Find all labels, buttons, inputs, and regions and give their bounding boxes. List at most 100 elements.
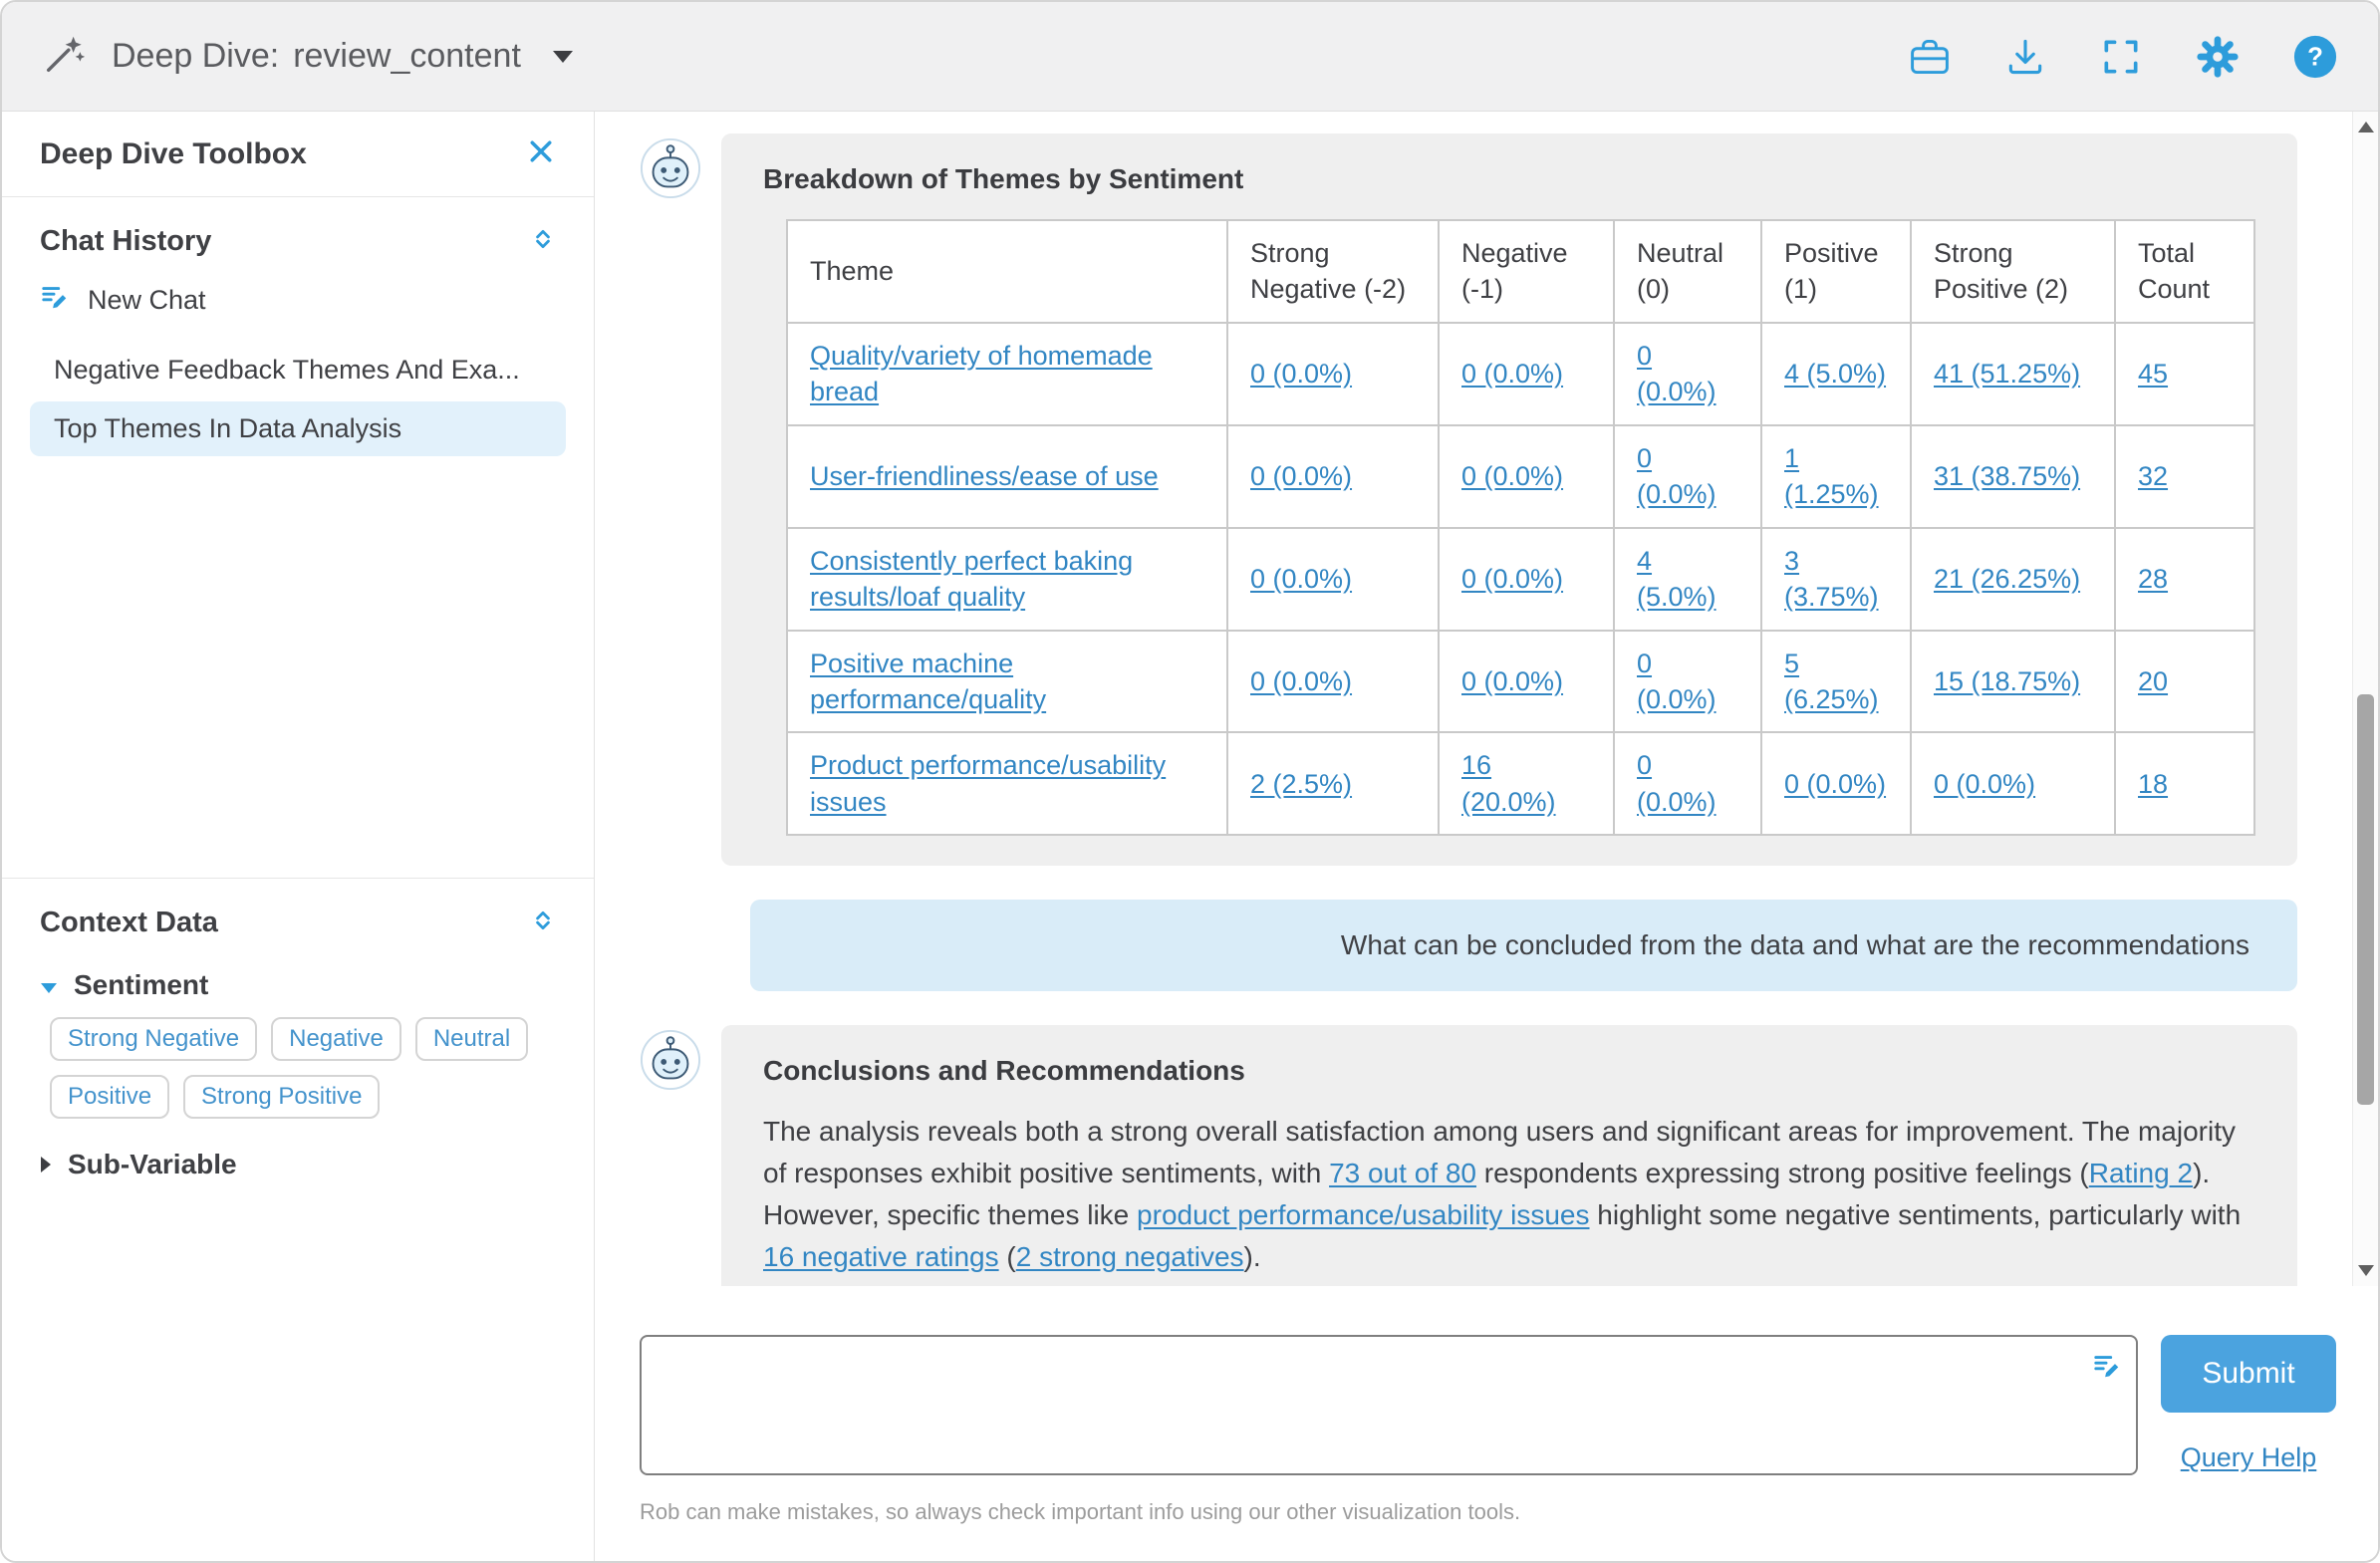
value-cell: 0 (0.0%)	[1227, 425, 1439, 528]
chat-scrollbar[interactable]	[2352, 112, 2378, 1286]
cell-value-link[interactable]: 31 (38.75%)	[1934, 461, 2080, 491]
cell-value-link[interactable]: 0 (0.0%)	[1250, 461, 1352, 491]
submit-button[interactable]: Submit	[2161, 1335, 2336, 1413]
cell-value-link[interactable]: 0 (0.0%)	[1784, 769, 1886, 799]
compose-icon[interactable]	[2092, 1351, 2122, 1386]
value-cell: 0 (0.0%)	[1439, 425, 1614, 528]
sentiment-chip[interactable]: Neutral	[415, 1017, 528, 1061]
download-icon[interactable]	[2003, 35, 2047, 79]
cell-value-link[interactable]: 2 (2.5%)	[1250, 769, 1352, 799]
value-cell: 0 (0.0%)	[1227, 528, 1439, 631]
cell-value-link[interactable]: 0 (0.0%)	[1637, 649, 1717, 714]
sentiment-chip[interactable]: Strong Negative	[50, 1017, 257, 1061]
column-header: Theme	[787, 220, 1227, 323]
value-cell: 16 (20.0%)	[1439, 732, 1614, 835]
value-cell: 4 (5.0%)	[1761, 323, 1911, 425]
conclusion-link[interactable]: 16 negative ratings	[763, 1241, 999, 1272]
table-row: Positive machine performance/quality 0 (0…	[787, 631, 2254, 733]
conclusion-text-segment: ).	[1244, 1241, 1261, 1272]
conclusion-link[interactable]: 2 strong negatives	[1016, 1241, 1244, 1272]
value-cell: 31 (38.75%)	[1911, 425, 2115, 528]
topbar-actions: ?	[1908, 34, 2338, 80]
cell-value-link[interactable]: 4 (5.0%)	[1784, 359, 1886, 389]
sentiment-chip[interactable]: Strong Positive	[183, 1075, 380, 1119]
svg-text:?: ?	[2307, 43, 2323, 71]
theme-link[interactable]: Quality/variety of homemade bread	[810, 341, 1153, 406]
chat-history-item[interactable]: Negative Feedback Themes And Exa...	[30, 343, 566, 397]
cell-value-link[interactable]: 0 (0.0%)	[1250, 666, 1352, 696]
chat-history-item[interactable]: Top Themes In Data Analysis	[30, 401, 566, 456]
cell-value-link[interactable]: 18	[2138, 769, 2168, 799]
query-help-link[interactable]: Query Help	[2181, 1442, 2317, 1473]
sentiment-group-toggle[interactable]: Sentiment	[2, 969, 594, 1001]
value-cell: 41 (51.25%)	[1911, 323, 2115, 425]
cell-value-link[interactable]: 32	[2138, 461, 2168, 491]
cell-value-link[interactable]: 45	[2138, 359, 2168, 389]
settings-gear-icon[interactable]	[2195, 34, 2241, 80]
composer-side: Submit Query Help	[2161, 1335, 2336, 1473]
sentiment-label: Sentiment	[74, 969, 208, 1001]
value-cell: 2 (2.5%)	[1227, 732, 1439, 835]
cell-value-link[interactable]: 0 (0.0%)	[1637, 750, 1717, 816]
value-cell: 0 (0.0%)	[1227, 323, 1439, 425]
table-header-row: ThemeStrong Negative (-2)Negative (-1)Ne…	[787, 220, 2254, 323]
cell-value-link[interactable]: 4 (5.0%)	[1637, 546, 1717, 612]
theme-link[interactable]: Positive machine performance/quality	[810, 649, 1046, 714]
scroll-down-arrow[interactable]	[2358, 1265, 2374, 1276]
briefcase-icon[interactable]	[1908, 35, 1952, 79]
theme-link[interactable]: Product performance/usability issues	[810, 750, 1166, 816]
cell-value-link[interactable]: 1 (1.25%)	[1784, 443, 1879, 509]
cell-value-link[interactable]: 0 (0.0%)	[1250, 359, 1352, 389]
conclusion-link[interactable]: 73 out of 80	[1329, 1158, 1476, 1188]
cell-value-link[interactable]: 0 (0.0%)	[1250, 564, 1352, 594]
cell-value-link[interactable]: 28	[2138, 564, 2168, 594]
close-icon[interactable]	[526, 136, 556, 171]
theme-link[interactable]: Consistently perfect baking results/loaf…	[810, 546, 1133, 612]
theme-link[interactable]: User-friendliness/ease of use	[810, 461, 1159, 491]
sub-variable-group-toggle[interactable]: Sub-Variable	[2, 1149, 594, 1180]
conclusion-link[interactable]: Rating 2	[2089, 1158, 2193, 1188]
fullscreen-icon[interactable]	[2099, 35, 2143, 79]
top-bar: Deep Dive: review_content	[2, 2, 2378, 112]
cell-value-link[interactable]: 5 (6.25%)	[1784, 649, 1879, 714]
cell-value-link[interactable]: 15 (18.75%)	[1934, 666, 2080, 696]
scroll-up-arrow[interactable]	[2358, 122, 2374, 132]
cell-value-link[interactable]: 0 (0.0%)	[1934, 769, 2035, 799]
theme-cell: Product performance/usability issues	[787, 732, 1227, 835]
new-chat-label: New Chat	[88, 285, 206, 316]
cell-value-link[interactable]: 0 (0.0%)	[1461, 666, 1563, 696]
page-title: Deep Dive: review_content	[112, 37, 521, 76]
conclusion-text-segment: respondents expressing strong positive f…	[1476, 1158, 2089, 1188]
context-data-section: Context Data Sentiment Strong NegativeNe…	[2, 879, 594, 1561]
cell-value-link[interactable]: 0 (0.0%)	[1461, 564, 1563, 594]
query-input[interactable]	[640, 1335, 2138, 1475]
new-chat-button[interactable]: New Chat	[2, 282, 594, 319]
cell-value-link[interactable]: 0 (0.0%)	[1637, 341, 1717, 406]
column-header: Positive (1)	[1761, 220, 1911, 323]
conclusion-link[interactable]: product performance/usability issues	[1137, 1199, 1589, 1230]
toolbox-header: Deep Dive Toolbox	[2, 112, 594, 197]
cell-value-link[interactable]: 16 (20.0%)	[1461, 750, 1556, 816]
value-cell: 20	[2115, 631, 2254, 733]
dataset-dropdown-caret-icon[interactable]	[551, 49, 575, 65]
conclusion-text: The analysis reveals both a strong overa…	[763, 1111, 2255, 1278]
cell-value-link[interactable]: 0 (0.0%)	[1637, 443, 1717, 509]
user-message: What can be concluded from the data and …	[640, 900, 2297, 991]
table-body: Quality/variety of homemade bread 0 (0.0%…	[787, 323, 2254, 835]
sentiment-chip[interactable]: Negative	[271, 1017, 401, 1061]
cell-value-link[interactable]: 3 (3.75%)	[1784, 546, 1879, 612]
bot-message: Conclusions and Recommendations The anal…	[640, 1025, 2297, 1286]
cell-value-link[interactable]: 41 (51.25%)	[1934, 359, 2080, 389]
cell-value-link[interactable]: 21 (26.25%)	[1934, 564, 2080, 594]
value-cell: 0 (0.0%)	[1761, 732, 1911, 835]
collapse-icon[interactable]	[530, 908, 556, 938]
scrollbar-thumb[interactable]	[2357, 694, 2374, 1105]
cell-value-link[interactable]: 0 (0.0%)	[1461, 461, 1563, 491]
cell-value-link[interactable]: 0 (0.0%)	[1461, 359, 1563, 389]
query-input-wrap	[640, 1335, 2138, 1475]
chat-history-section: Chat History	[2, 197, 594, 879]
cell-value-link[interactable]: 20	[2138, 666, 2168, 696]
collapse-icon[interactable]	[530, 226, 556, 257]
help-icon[interactable]: ?	[2292, 34, 2338, 80]
sentiment-chip[interactable]: Positive	[50, 1075, 169, 1119]
